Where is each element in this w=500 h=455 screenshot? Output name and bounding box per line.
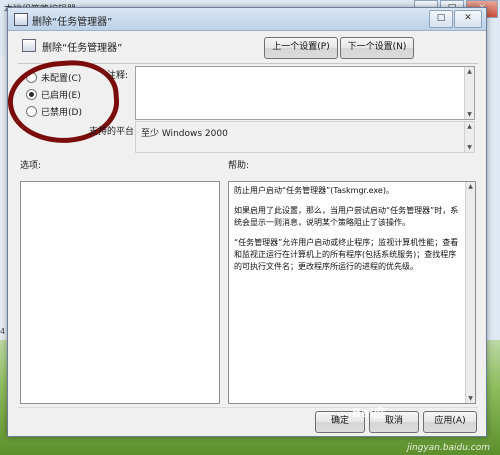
comment-label: 注释: bbox=[107, 71, 129, 81]
help-paragraph: 如果启用了此设置，那么，当用户尝试启动“任务管理器”时，系统会显示一则消息，说明… bbox=[234, 206, 459, 227]
dialog-titlebar: 删除“任务管理器” □ ✕ bbox=[8, 8, 486, 31]
background-side-mark: 4 bbox=[0, 327, 6, 336]
options-panel bbox=[20, 181, 220, 404]
policy-icon bbox=[14, 13, 28, 26]
watermark-url: jingyan.baidu.com bbox=[406, 443, 490, 453]
scroll-down-icon[interactable]: ▼ bbox=[465, 110, 474, 119]
background-side-panel bbox=[0, 55, 6, 345]
comment-scrollbar[interactable]: ▲ ▼ bbox=[464, 67, 474, 119]
scroll-down-icon[interactable]: ▼ bbox=[465, 143, 474, 152]
help-scrollbar[interactable]: ▲ ▼ bbox=[465, 182, 475, 403]
platform-label: 支持的平台: bbox=[89, 127, 138, 137]
dialog-title: 删除“任务管理器” bbox=[32, 17, 113, 28]
scroll-up-icon[interactable]: ▲ bbox=[465, 67, 474, 76]
scroll-up-icon[interactable]: ▲ bbox=[466, 182, 475, 191]
help-paragraph: “任务管理器”允许用户启动或终止程序；监视计算机性能；查看和监视正运行在计算机上… bbox=[234, 238, 459, 271]
scroll-up-icon[interactable]: ▲ bbox=[465, 122, 474, 131]
platform-scrollbar[interactable]: ▲ ▼ bbox=[464, 122, 474, 152]
dialog-maximize-button[interactable]: □ bbox=[429, 10, 453, 28]
previous-setting-button[interactable]: 上一个设置(P) bbox=[264, 37, 338, 59]
help-label: 帮助: bbox=[228, 161, 250, 171]
scroll-down-icon[interactable]: ▼ bbox=[466, 394, 475, 403]
apply-button[interactable]: 应用(A) bbox=[423, 411, 477, 433]
baidu-logo: Bai度 bbox=[352, 406, 386, 420]
comment-textarea[interactable]: ▲ ▼ bbox=[135, 66, 475, 120]
setting-icon bbox=[22, 39, 36, 52]
help-paragraph: 防止用户启动“任务管理器”(Taskmgr.exe)。 bbox=[234, 186, 394, 195]
help-panel: 防止用户启动“任务管理器”(Taskmgr.exe)。 如果启用了此设置，那么，… bbox=[228, 181, 476, 404]
platform-value: 至少 Windows 2000 bbox=[141, 129, 228, 139]
policy-setting-dialog: 删除“任务管理器” □ ✕ 删除“任务管理器” 上一个设置(P) 下一个设置(N… bbox=[5, 7, 487, 437]
setting-name: 删除“任务管理器” bbox=[42, 43, 123, 54]
options-label: 选项: bbox=[20, 161, 42, 171]
help-text: 防止用户启动“任务管理器”(Taskmgr.exe)。 如果启用了此设置，那么，… bbox=[234, 185, 461, 281]
dialog-close-button[interactable]: ✕ bbox=[454, 10, 482, 28]
next-setting-button[interactable]: 下一个设置(N) bbox=[340, 37, 414, 59]
footer-divider bbox=[18, 407, 478, 408]
platform-field: 至少 Windows 2000 ▲ ▼ bbox=[135, 121, 475, 153]
